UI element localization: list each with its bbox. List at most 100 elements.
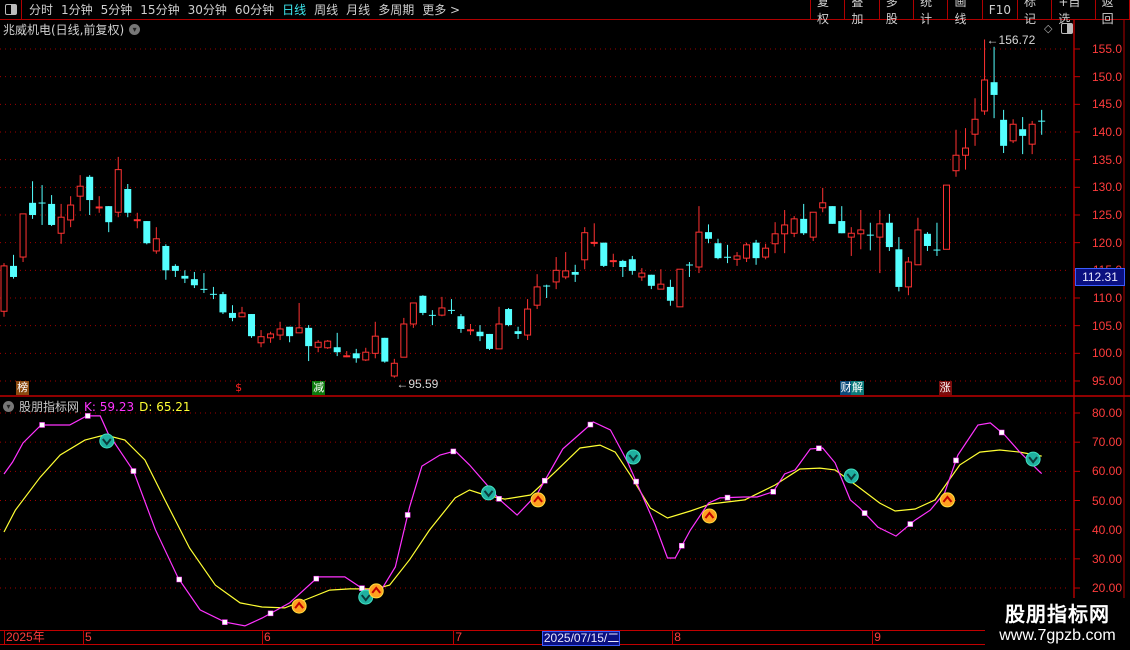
candle-body-up [676, 268, 684, 308]
k-marker [404, 512, 411, 518]
candle-body-down [181, 275, 189, 279]
candle-body-up [257, 336, 265, 344]
candle-body-down [866, 234, 874, 236]
k-marker [679, 542, 685, 549]
candle-body-up [152, 238, 160, 252]
candle-body-up [809, 211, 817, 238]
candle-body-up [466, 329, 474, 332]
candle-body-up [904, 261, 912, 288]
candle-body-up [114, 169, 122, 213]
candle-body-up [657, 283, 665, 290]
k-marker [130, 468, 137, 474]
candle-body-down [800, 218, 808, 234]
candle-body-down [486, 333, 494, 349]
candle-body-up [819, 202, 827, 209]
candle-body-down [990, 82, 998, 95]
k-marker [998, 429, 1005, 436]
chevron-down-icon[interactable]: ▾ [3, 401, 14, 412]
candle-body-up [762, 247, 770, 258]
indicator-tick-label: 70.00 [1091, 435, 1122, 450]
candle-body-down [1000, 119, 1008, 146]
candle-body-up [771, 233, 779, 245]
candle-body-up [552, 269, 560, 283]
candle-body-down [704, 232, 712, 239]
candle-body-down [685, 264, 693, 266]
candle-body-up [981, 79, 989, 112]
candle-body-up [876, 223, 884, 238]
candle-body-up [276, 328, 284, 336]
candle-body-down [248, 314, 256, 337]
candle-body-up [962, 147, 970, 156]
candle-body-up [1028, 123, 1036, 145]
candle-body-down [381, 337, 389, 362]
candle-body-up [343, 355, 351, 358]
candle-body-up [400, 323, 408, 358]
price-tick-label: 105.0 [1091, 318, 1122, 333]
candle-body-down [600, 242, 608, 266]
candle-body-down [286, 326, 294, 337]
d-line [3, 434, 1042, 609]
candle-body-down [10, 265, 18, 277]
buy-signal-icon [530, 492, 546, 508]
candle-body-down [48, 203, 56, 225]
candle-body-down [619, 260, 627, 268]
k-line [3, 415, 1043, 627]
k-marker [39, 422, 45, 428]
k-marker [587, 421, 594, 428]
watermark-url: www.7gpzb.com [999, 627, 1116, 644]
price-tick-label: 110.0 [1092, 290, 1122, 305]
candle-body-down [428, 314, 436, 316]
high-price-value: 156.72 [998, 33, 1036, 48]
watermark: 股朋指标网 www.7gpzb.com [985, 598, 1130, 646]
candle-body-down [514, 331, 522, 334]
candle-body-up [942, 184, 950, 250]
selected-date-label: 2025/07/15/二 [541, 631, 621, 646]
price-tick-label: 95.00 [1091, 373, 1122, 388]
candle-body-down [447, 309, 455, 311]
k-marker [267, 610, 274, 617]
candle-body-down [647, 274, 655, 286]
kline-chart[interactable] [0, 0, 1130, 650]
price-tick-label: 145.0 [1091, 97, 1122, 112]
candle-body-up [562, 270, 570, 278]
candle-body-down [828, 206, 836, 224]
candle-body-up [371, 335, 379, 354]
candle-body-down [190, 279, 198, 286]
candle-body-up [133, 219, 141, 222]
candle-body-down [200, 288, 208, 290]
event-mark[interactable]: 解 [850, 381, 864, 395]
time-tick-label: 8 [672, 630, 681, 644]
time-tick-label: 6 [261, 630, 271, 644]
buy-signal-icon [939, 492, 955, 508]
price-tick-label: 140.0 [1091, 124, 1122, 139]
indicator-title-bar: ▾ 股朋指标网 K: 59.23 D: 65.21 [3, 398, 191, 415]
indicator-tick-label: 20.00 [1091, 581, 1122, 596]
k-marker [953, 457, 959, 464]
candle-body-up [409, 302, 417, 325]
candle-body-down [105, 206, 113, 223]
candle-body-up [781, 224, 789, 235]
candle-body-down [1019, 129, 1027, 136]
buy-signal-icon [368, 583, 384, 599]
sell-signal-icon [843, 468, 859, 484]
price-tick-label: 120.0 [1091, 235, 1122, 250]
candle-body-down [228, 312, 236, 318]
event-mark[interactable]: 减 [312, 381, 326, 395]
candle-body-up [790, 218, 798, 234]
event-mark[interactable]: 涨 [938, 381, 952, 395]
candle-body-down [628, 259, 636, 271]
candle-body-down [923, 233, 931, 246]
event-mark[interactable]: $ [234, 381, 243, 395]
buy-signal-icon [291, 598, 307, 614]
candle-body-down [419, 295, 427, 313]
candle-body-down [543, 285, 551, 287]
candle-body-up [857, 229, 865, 235]
k-marker [222, 619, 228, 625]
candle-body-up [743, 244, 751, 259]
candle-body-down [933, 249, 941, 251]
candle-body-down [333, 347, 341, 353]
event-mark[interactable]: 榜 [16, 381, 30, 395]
candle-body-up [314, 341, 322, 348]
time-tick-label: 2025年 [4, 630, 45, 644]
candle-body-down [219, 294, 227, 313]
